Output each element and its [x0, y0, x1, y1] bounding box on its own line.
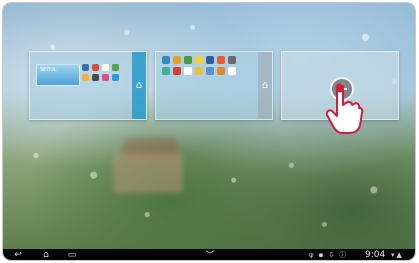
app-icon [102, 64, 109, 71]
back-button[interactable]: ↩ [11, 249, 25, 260]
recent-apps-button[interactable]: ▭ [65, 249, 79, 260]
app-icon [82, 74, 89, 81]
app-icon [195, 56, 203, 64]
download-icon: ⇩ [328, 250, 335, 259]
app-icon [184, 56, 192, 64]
tapping-hand-icon [325, 83, 364, 134]
usb-icon: ψ [309, 250, 314, 259]
app-icon [162, 56, 170, 64]
app-icon [102, 74, 109, 81]
app-icon [92, 64, 99, 71]
app-icon [162, 67, 170, 75]
app-icon-grid [82, 64, 119, 81]
app-icon [112, 74, 119, 81]
app-icon [173, 56, 181, 64]
menu-button[interactable]: ﹀ [203, 249, 217, 260]
home-icon: ⌂ [261, 79, 269, 91]
system-navigation-bar: ↩ ⌂ ▭ ﹀ ψ ▪ ⇩ ⓘ 9:04 ▾ ▲ [3, 249, 415, 260]
home-icon: ⌂ [43, 249, 49, 260]
home-indicator-strip: ⌂ [132, 52, 146, 119]
home-button[interactable]: ⌂ [39, 249, 53, 260]
weather-widget: SEOUL [36, 64, 80, 86]
weather-widget-label: SEOUL [40, 67, 57, 73]
recent-apps-icon: ▭ [67, 249, 77, 260]
app-icon [92, 74, 99, 81]
app-icon [184, 67, 192, 75]
app-icon [195, 67, 203, 75]
tablet-screen: SEOUL ⌂ ⌂ ↩ ⌂ ▭ ﹀ ψ ▪ ⇩ ⓘ 9:04 ▾ ▲ [3, 3, 415, 260]
status-icons: ψ ▪ ⇩ ⓘ [309, 249, 351, 260]
app-icon [112, 64, 119, 71]
home-indicator-strip: ⌂ [258, 52, 272, 119]
app-icon [173, 67, 181, 75]
back-icon: ↩ [14, 249, 22, 260]
app-icon [228, 67, 236, 75]
info-icon: ⓘ [339, 250, 347, 259]
clock: 9:04 [365, 249, 386, 260]
app-icon [206, 67, 214, 75]
wifi-icon: ▾ [391, 250, 395, 259]
connectivity-icons: ▾ ▲ [391, 249, 402, 260]
home-icon: ⌂ [135, 79, 143, 91]
home-panel-2[interactable]: ⌂ [155, 51, 273, 120]
sd-card-icon: ▪ [318, 250, 324, 259]
app-icon [206, 56, 214, 64]
chevron-down-icon: ﹀ [205, 251, 215, 260]
app-icon [228, 56, 236, 64]
home-panel-1[interactable]: SEOUL ⌂ [29, 51, 147, 120]
app-icon [82, 64, 89, 71]
signal-icon: ▲ [396, 250, 402, 259]
app-icon [217, 56, 225, 64]
app-icon [217, 67, 225, 75]
app-icon-grid [162, 56, 236, 75]
